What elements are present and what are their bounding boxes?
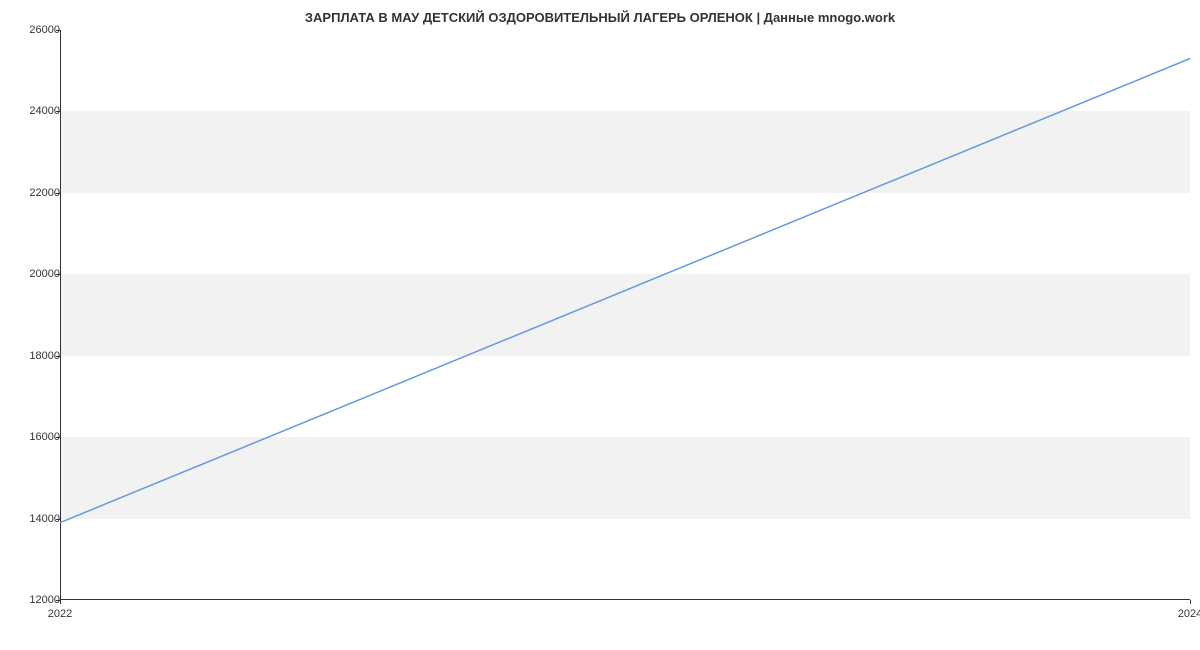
y-tick-label: 24000 — [10, 105, 60, 117]
chart-line-svg — [60, 30, 1190, 600]
x-tick-label: 2022 — [48, 608, 72, 620]
y-tick-label: 12000 — [10, 594, 60, 606]
x-tick-mark — [1190, 600, 1191, 604]
plot-area — [60, 30, 1190, 600]
data-line — [60, 59, 1190, 523]
x-tick-mark — [60, 600, 61, 604]
y-tick-label: 18000 — [10, 350, 60, 362]
y-tick-label: 16000 — [10, 431, 60, 443]
chart-title: ЗАРПЛАТА В МАУ ДЕТСКИЙ ОЗДОРОВИТЕЛЬНЫЙ Л… — [0, 10, 1200, 25]
chart-container: ЗАРПЛАТА В МАУ ДЕТСКИЙ ОЗДОРОВИТЕЛЬНЫЙ Л… — [0, 0, 1200, 650]
y-tick-label: 22000 — [10, 187, 60, 199]
y-tick-label: 14000 — [10, 513, 60, 525]
y-tick-label: 20000 — [10, 268, 60, 280]
y-tick-label: 26000 — [10, 24, 60, 36]
x-tick-label: 2024 — [1178, 608, 1200, 620]
